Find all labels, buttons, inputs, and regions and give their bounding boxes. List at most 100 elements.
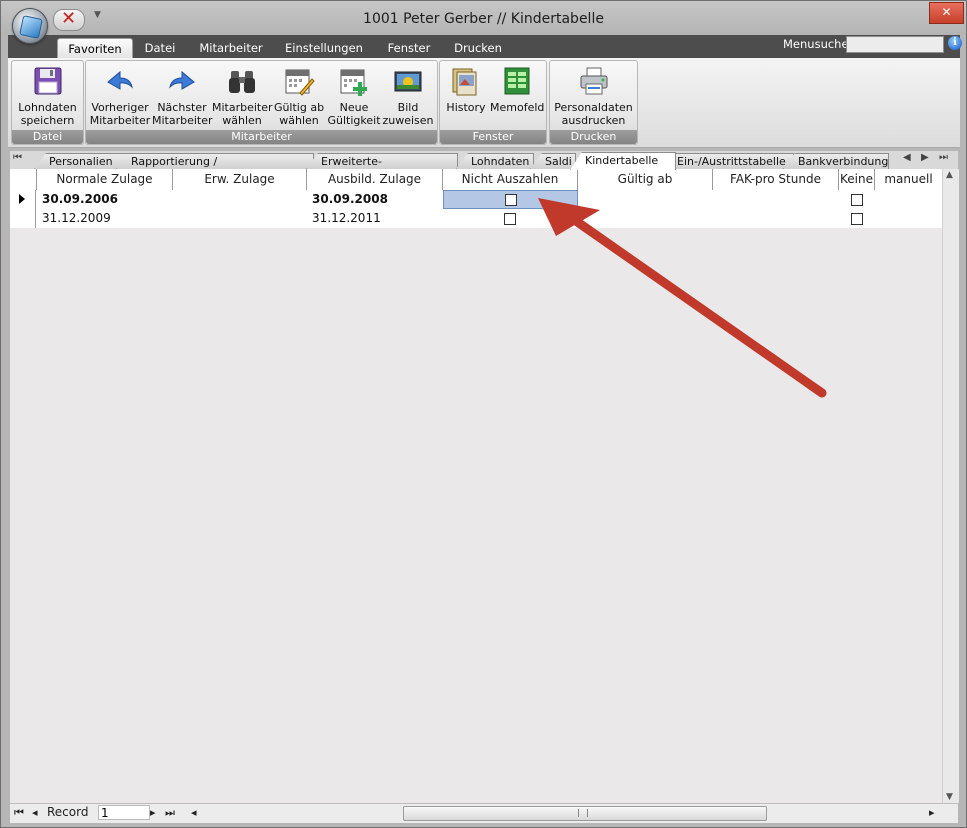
cell-nicht-auszahlen[interactable] — [443, 209, 578, 228]
cell-nicht-auszahlen-selected[interactable] — [443, 190, 578, 209]
tab-scroll-next-icon[interactable]: ▶ — [921, 152, 929, 163]
tab-favoriten[interactable]: Favoriten — [57, 38, 133, 59]
scroll-down-icon[interactable]: ▼ — [946, 792, 953, 802]
calendar-pencil-icon — [285, 69, 315, 96]
window-title: 1001 Peter Gerber // Kindertabelle — [363, 11, 604, 27]
bild-zuweisen-label-2: zuweisen — [382, 114, 434, 127]
first-record-icon[interactable]: ⏮ — [14, 806, 24, 820]
gueltig-ab-waehlen-button[interactable]: Gültig ab wählen — [272, 63, 326, 129]
subtab-ein-austrittstabelle[interactable]: Ein-/Austrittstabelle — [662, 153, 794, 169]
tab-drucken[interactable]: Drucken — [450, 38, 506, 58]
memofeld-button[interactable]: Memofeld — [490, 63, 544, 129]
col-fak-pro-stunde[interactable]: FAK-pro Stunde — [713, 169, 839, 190]
printer-icon — [580, 67, 607, 95]
nicht-auszahlen-checkbox[interactable] — [504, 213, 516, 225]
info-icon[interactable]: i — [948, 36, 962, 50]
record-label: Record — [47, 805, 89, 819]
arrow-left-icon — [107, 70, 133, 90]
vorheriger-mitarbeiter-button[interactable]: Vorheriger Mitarbeiter — [88, 63, 152, 129]
personaldaten-label-1: Personaldaten — [554, 101, 633, 114]
gueltig-ab-label-1: Gültig ab — [273, 101, 325, 114]
table-row[interactable]: 31.12.2009 31.12.2011 — [10, 209, 942, 228]
tab-scroll-last-icon[interactable]: ⏭ — [939, 152, 948, 163]
next-record-icon[interactable]: ▸ — [150, 806, 156, 819]
record-number-input[interactable]: 1 — [98, 805, 150, 820]
lohndaten-speichern-button[interactable]: Lohndaten speichern — [14, 63, 81, 129]
previous-record-icon[interactable]: ◂ — [32, 806, 38, 819]
cell-normale-zulage[interactable]: 31.12.2009 — [42, 209, 111, 228]
menusuche-input[interactable] — [846, 36, 944, 53]
vorheriger-label-2: Mitarbeiter — [89, 114, 151, 127]
naechster-label-1: Nächster — [157, 101, 207, 114]
subtab-kindertabelle[interactable]: Kindertabelle — [570, 152, 676, 170]
quick-access-dropdown-icon[interactable]: ▼ — [94, 10, 101, 20]
tab-scroll-first-icon[interactable]: ⏮ — [13, 152, 22, 163]
last-record-icon[interactable]: ⏭ — [165, 806, 175, 820]
memo-grid-icon — [504, 67, 530, 95]
cell-keine[interactable] — [839, 209, 875, 228]
cell-normale-zulage[interactable]: 30.09.2006 — [42, 190, 118, 209]
col-gueltig-ab[interactable]: Gültig ab — [578, 169, 713, 190]
col-normale-zulage[interactable]: Normale Zulage — [37, 169, 173, 190]
subtab-rapportierung[interactable]: Rapportierung / Kostenrechnung — [116, 153, 314, 169]
row-selector[interactable] — [10, 190, 36, 209]
keine-checkbox[interactable] — [851, 194, 863, 206]
tab-datei[interactable]: Datei — [138, 38, 182, 58]
col-erw-zulage[interactable]: Erw. Zulage — [173, 169, 307, 190]
cube-logo-icon — [19, 15, 43, 39]
table-row[interactable]: 30.09.2006 30.09.2008 — [10, 190, 942, 209]
window-close-button[interactable]: ✕ — [929, 2, 964, 24]
cell-ausbild-zulage[interactable]: 30.09.2008 — [312, 190, 388, 209]
subtab-erweiterte-personaldaten[interactable]: Erweiterte-Personaldaten — [306, 153, 458, 169]
ribbon-tab-bar: Favoriten Datei Mitarbeiter Einstellunge… — [8, 35, 962, 59]
naechster-label-2: Mitarbeiter — [152, 114, 213, 127]
application-menu-button[interactable] — [12, 8, 48, 44]
ribbon: Lohndaten speichern Datei Vorheriger Mit… — [8, 58, 960, 148]
nicht-auszahlen-checkbox[interactable] — [505, 194, 517, 206]
keine-checkbox[interactable] — [851, 213, 863, 225]
picture-icon — [394, 71, 422, 92]
grip-icon — [578, 809, 588, 817]
tab-einstellungen[interactable]: Einstellungen — [282, 38, 366, 58]
col-ausbild-zulage[interactable]: Ausbild. Zulage — [307, 169, 443, 190]
memofeld-label: Memofeld — [490, 101, 545, 114]
bild-zuweisen-button[interactable]: Bild zuweisen — [382, 63, 434, 129]
cell-ausbild-zulage[interactable]: 31.12.2011 — [312, 209, 381, 228]
floppy-disk-icon — [34, 67, 61, 95]
hscroll-left-icon[interactable]: ◂ — [191, 806, 197, 819]
history-button[interactable]: History — [442, 63, 490, 129]
personaldaten-label-2: ausdrucken — [561, 114, 626, 127]
col-nicht-auszahlen[interactable]: Nicht Auszahlen — [443, 169, 578, 190]
table-header: Normale Zulage Erw. Zulage Ausbild. Zula… — [10, 169, 942, 191]
hscroll-right-icon[interactable]: ▸ — [929, 806, 935, 819]
tab-fenster[interactable]: Fenster — [380, 38, 438, 58]
neue-gueltigkeit-button[interactable]: Neue Gültigkeit — [326, 63, 382, 129]
personaldaten-ausdrucken-button[interactable]: Personaldaten ausdrucken — [552, 63, 635, 129]
scroll-up-icon[interactable]: ▲ — [946, 170, 953, 180]
tab-scroll-prev-icon[interactable]: ◀ — [903, 152, 911, 163]
neue-gueltigkeit-label-2: Gültigkeit — [327, 114, 381, 127]
tab-mitarbeiter[interactable]: Mitarbeiter — [196, 38, 266, 58]
naechster-mitarbeiter-button[interactable]: Nächster Mitarbeiter — [152, 63, 213, 129]
col-keine[interactable]: Keine — [839, 169, 875, 190]
record-navigation-bar: ⏮ ◂ Record 1 ▸ ⏭ ◂ ▸ — [10, 803, 958, 823]
ribbon-group-label-mitarbeiter: Mitarbeiter — [86, 130, 437, 144]
ribbon-group-mitarbeiter: Vorheriger Mitarbeiter Nächster Mitarbei… — [85, 60, 438, 145]
row-selector[interactable] — [10, 209, 36, 228]
ribbon-group-fenster: History Memofeld Fenster — [439, 60, 547, 145]
horizontal-scroll-thumb[interactable] — [403, 806, 767, 821]
ribbon-group-label-datei: Datei — [12, 130, 83, 144]
cell-keine[interactable] — [839, 190, 875, 209]
subtab-lohndaten[interactable]: Lohndaten — [456, 153, 534, 169]
ribbon-group-datei: Lohndaten speichern Datei — [11, 60, 84, 145]
subtab-saldi[interactable]: Saldi — [530, 153, 576, 169]
current-row-icon — [19, 194, 25, 204]
mitarbeiter-waehlen-button[interactable]: Mitarbeiter wählen — [212, 63, 273, 129]
vertical-scrollbar[interactable]: ▲ ▼ — [942, 169, 959, 803]
quick-access-close-button[interactable]: ✕ — [53, 8, 85, 31]
subtab-bankverbindung[interactable]: Bankverbindung — [783, 153, 889, 169]
ribbon-group-drucken: Personaldaten ausdrucken Drucken — [549, 60, 638, 145]
col-manuell[interactable]: manuell — [875, 169, 942, 190]
app-window: 1001 Peter Gerber // Kindertabelle ✕ ▼ ✕… — [0, 0, 967, 828]
ribbon-group-label-drucken: Drucken — [550, 130, 637, 144]
